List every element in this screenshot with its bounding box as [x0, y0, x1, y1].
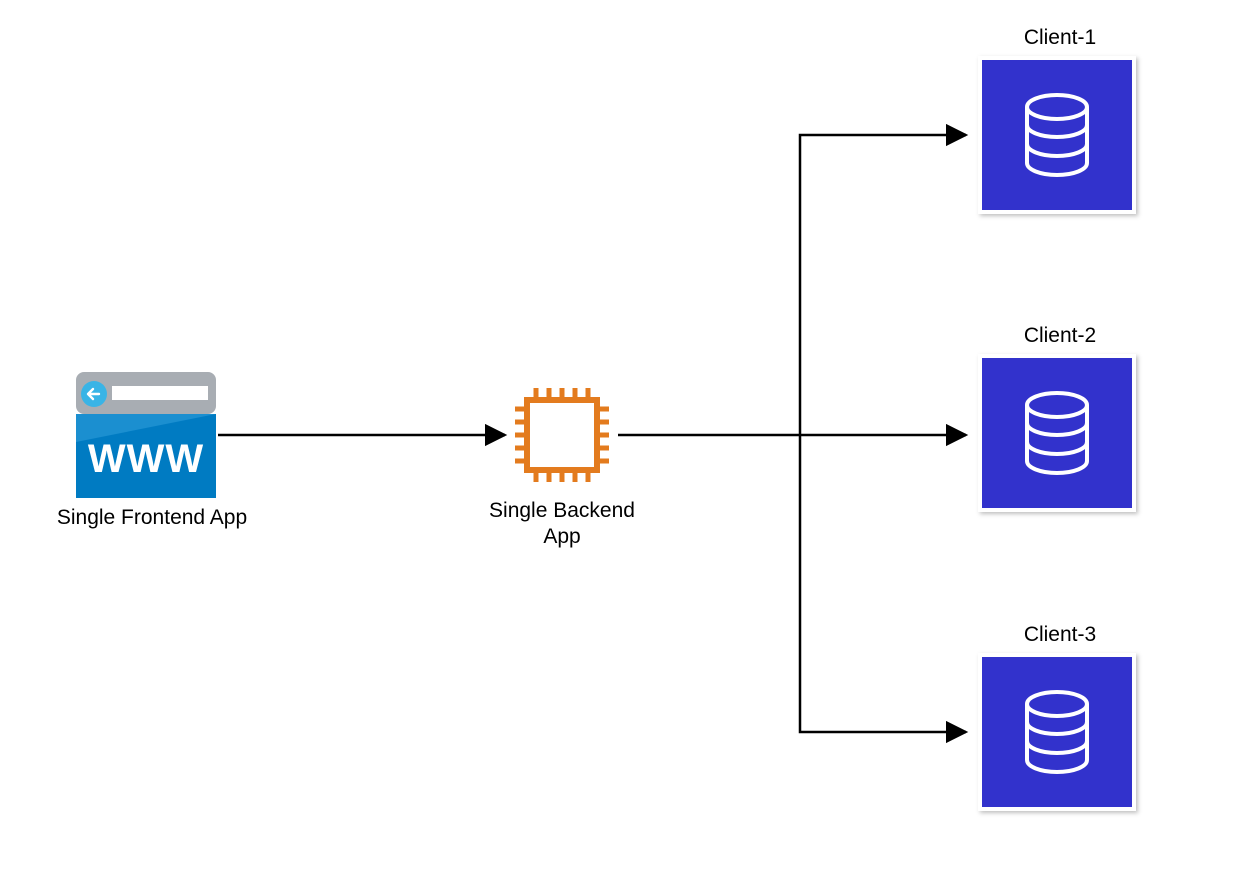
browser-www-icon: WWW [76, 372, 216, 498]
client2-label: Client-2 [1005, 323, 1115, 349]
client1-label: Client-1 [1005, 25, 1115, 51]
browser-www-text: WWW [88, 437, 204, 481]
arrow-backend-to-client1 [800, 135, 966, 435]
diagram-canvas: { "nodes": { "frontend": { "label": "Sin… [0, 0, 1234, 887]
database-icon-client-3 [978, 653, 1136, 811]
frontend-label: Single Frontend App [52, 505, 252, 531]
client3-label: Client-3 [1005, 622, 1115, 648]
database-icon-client-1 [978, 56, 1136, 214]
cpu-chip-icon [515, 388, 609, 482]
database-icon-client-2 [978, 354, 1136, 512]
svg-layer: WWW [0, 0, 1234, 887]
arrow-backend-to-client3 [800, 435, 966, 732]
backend-label: Single Backend App [472, 498, 652, 551]
